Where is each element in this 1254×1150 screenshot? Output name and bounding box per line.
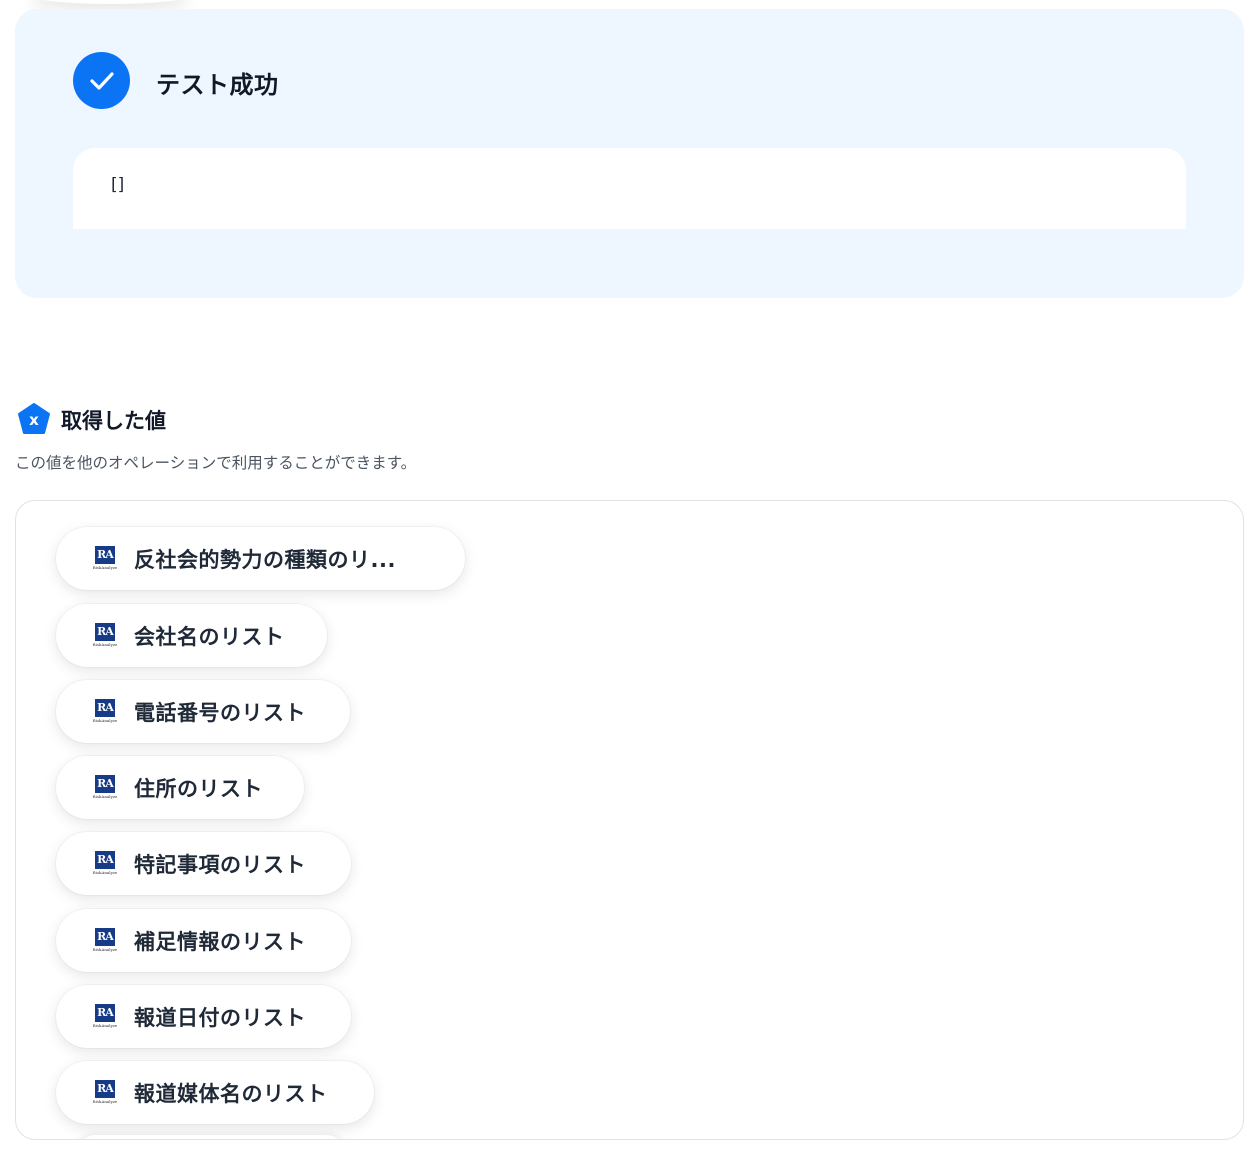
chip-label: 住所のリスト [134, 776, 263, 801]
riskanalyze-logo-icon: RA RiskAnalyze [92, 774, 118, 801]
test-output-text: [] [111, 175, 125, 195]
test-result-panel: テスト成功 [] [15, 9, 1244, 298]
chip-label: 特記事項のリスト [134, 852, 306, 877]
value-chip[interactable]: RA RiskAnalyze 報道日付のリスト [56, 985, 351, 1048]
riskanalyze-logo-icon: RA RiskAnalyze [92, 1079, 118, 1106]
riskanalyze-logo-icon: RA RiskAnalyze [92, 545, 118, 572]
previous-element-shadow [30, 0, 190, 4]
riskanalyze-logo-icon: RA RiskAnalyze [92, 927, 118, 954]
value-chip[interactable]: RA RiskAnalyze 特記事項のリスト [56, 832, 351, 895]
chip-label: 会社名のリスト [134, 624, 285, 649]
section-title: 取得した値 [61, 409, 166, 433]
test-output-box: [] [73, 148, 1186, 229]
value-chip[interactable]: RA RiskAnalyze 会社名のリスト [56, 604, 327, 667]
chip-label: 報道媒体名のリスト [134, 1081, 328, 1106]
riskanalyze-logo-icon: RA RiskAnalyze [92, 1003, 118, 1030]
section-description: この値を他のオペレーションで利用することができます。 [15, 454, 417, 472]
chip-label: 反社会的勢力の種類のリ... [134, 547, 396, 572]
value-chip[interactable]: RA RiskAnalyze 電話番号のリスト [56, 680, 350, 743]
success-check-icon [73, 52, 130, 109]
value-chip[interactable]: RA RiskAnalyze 補足情報のリスト [56, 909, 351, 972]
svg-text:x: x [29, 411, 39, 429]
riskanalyze-logo-icon: RA RiskAnalyze [92, 622, 118, 649]
value-chip-partial[interactable] [76, 1135, 346, 1139]
riskanalyze-logo-icon: RA RiskAnalyze [92, 850, 118, 877]
chip-label: 報道日付のリスト [134, 1005, 306, 1030]
values-list-panel[interactable]: RA RiskAnalyze 反社会的勢力の種類のリ... RA RiskAnaly… [15, 500, 1244, 1140]
value-chip[interactable]: RA RiskAnalyze 住所のリスト [56, 756, 304, 819]
chip-label: 補足情報のリスト [134, 929, 306, 954]
value-chip[interactable]: RA RiskAnalyze 報道媒体名のリスト [56, 1061, 374, 1124]
chip-label: 電話番号のリスト [134, 700, 306, 725]
riskanalyze-logo-icon: RA RiskAnalyze [92, 698, 118, 725]
value-chip[interactable]: RA RiskAnalyze 反社会的勢力の種類のリ... [56, 527, 465, 590]
variable-icon: x [18, 403, 50, 434]
test-result-title: テスト成功 [156, 71, 279, 99]
